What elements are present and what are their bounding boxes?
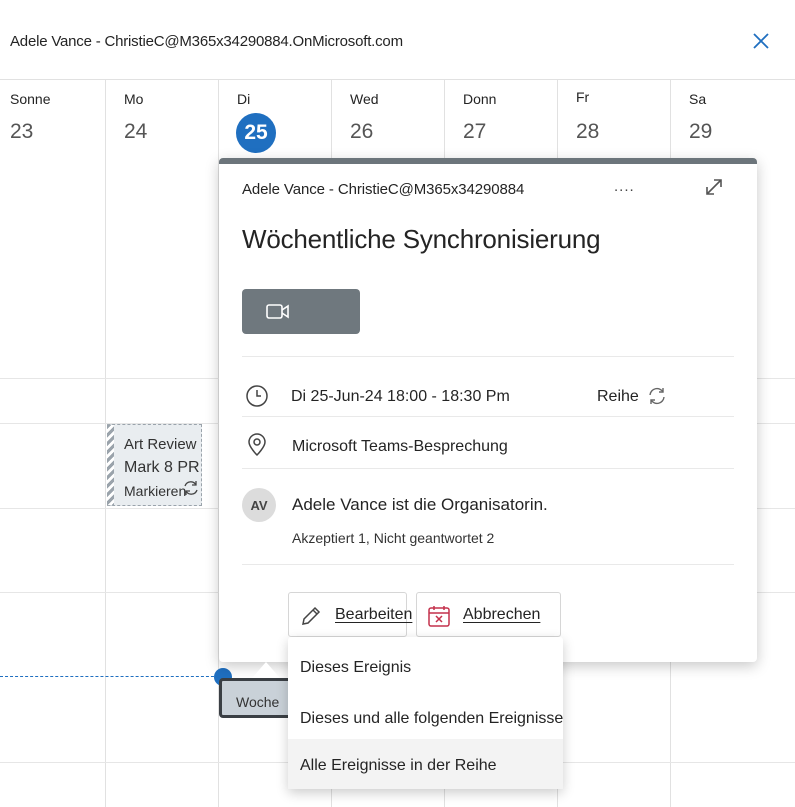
menu-item-label: Alle Ereignisse in der Reihe <box>300 757 497 774</box>
organizer-text: Adele Vance ist die Organisatorin. <box>292 495 548 514</box>
day-name: Fr <box>576 89 590 105</box>
menu-item-this-and-following[interactable]: Dieses und alle folgenden Ereignisse <box>288 692 563 742</box>
clock-icon <box>245 384 269 408</box>
day-name: Mo <box>124 91 144 107</box>
more-options-button[interactable]: .... <box>614 178 635 195</box>
calendar-cancel-icon <box>427 604 451 628</box>
calendar-event-weekly-sync[interactable]: Woche <box>219 678 299 718</box>
day-name: Donn <box>463 91 497 107</box>
day-name: Wed <box>350 91 379 107</box>
day-name: Di <box>237 91 251 107</box>
divider <box>242 468 734 469</box>
menu-item-label: Dieses Ereignis <box>300 659 412 676</box>
tentative-stripe <box>107 425 114 505</box>
cancel-label: Abbrechen <box>463 606 541 623</box>
event-title: Woche <box>236 694 280 710</box>
cancel-event-button[interactable]: Abbrechen <box>416 592 561 637</box>
divider <box>242 356 734 357</box>
close-icon[interactable] <box>750 30 772 52</box>
edit-label: Bearbeiten <box>335 606 413 623</box>
pencil-icon <box>299 604 323 628</box>
dropdown-pointer <box>252 658 280 678</box>
window-header: Adele Vance - ChristieC@M365x34290884.On… <box>0 0 795 80</box>
day-number: 27 <box>463 120 487 143</box>
day-number: 26 <box>350 120 374 143</box>
event-peek-card: Adele Vance - ChristieC@M365x34290884 ..… <box>219 158 757 662</box>
day-number: 28 <box>576 120 600 143</box>
event-detail: Markieren <box>124 483 187 499</box>
menu-item-label: Dieses und alle folgenden Ereignisse <box>300 710 564 727</box>
series-repeat-icon <box>647 386 667 406</box>
series-label: Reihe <box>597 388 639 405</box>
avatar: AV <box>242 488 276 522</box>
calendar-owner: Adele Vance - ChristieC@M365x34290884 <box>242 181 525 198</box>
calendar-event-art-review[interactable]: Art Review Mark 8 PR Markieren <box>107 424 202 506</box>
window-title: Adele Vance - ChristieC@M365x34290884.On… <box>10 33 403 50</box>
current-time-line <box>0 676 224 677</box>
response-status: Akzeptiert 1, Nicht geantwortet 2 <box>292 530 495 546</box>
event-subtitle: Mark 8 PR <box>124 459 200 476</box>
day-column-sunday[interactable]: Sonne 23 <box>0 80 106 807</box>
divider <box>242 416 734 417</box>
expand-icon[interactable] <box>703 176 725 198</box>
edit-scope-menu: Dieses Ereignis Dieses und alle folgende… <box>288 637 563 789</box>
event-location: Microsoft Teams-Besprechung <box>292 438 508 455</box>
repeat-icon <box>182 480 200 496</box>
video-camera-icon <box>266 303 290 320</box>
day-name: Sonne <box>10 91 51 107</box>
today-number: 25 <box>236 113 276 153</box>
divider <box>242 564 734 565</box>
event-datetime: Di 25-Jun-24 18:00 - 18:30 Pm <box>291 388 510 405</box>
day-number: 29 <box>689 120 713 143</box>
day-name: Sa <box>689 91 707 107</box>
edit-button[interactable]: Bearbeiten <box>288 592 412 637</box>
event-title: Wöchentliche Synchronisierung <box>242 224 601 254</box>
location-pin-icon <box>245 433 269 457</box>
day-number: 23 <box>10 120 34 143</box>
menu-item-all-in-series[interactable]: Alle Ereignisse in der Reihe <box>288 739 563 789</box>
menu-item-this-event[interactable]: Dieses Ereignis <box>288 641 563 691</box>
card-color-bar <box>219 158 757 164</box>
join-meeting-button[interactable] <box>242 289 360 334</box>
event-title: Art Review <box>124 436 197 453</box>
day-number: 24 <box>124 120 148 143</box>
